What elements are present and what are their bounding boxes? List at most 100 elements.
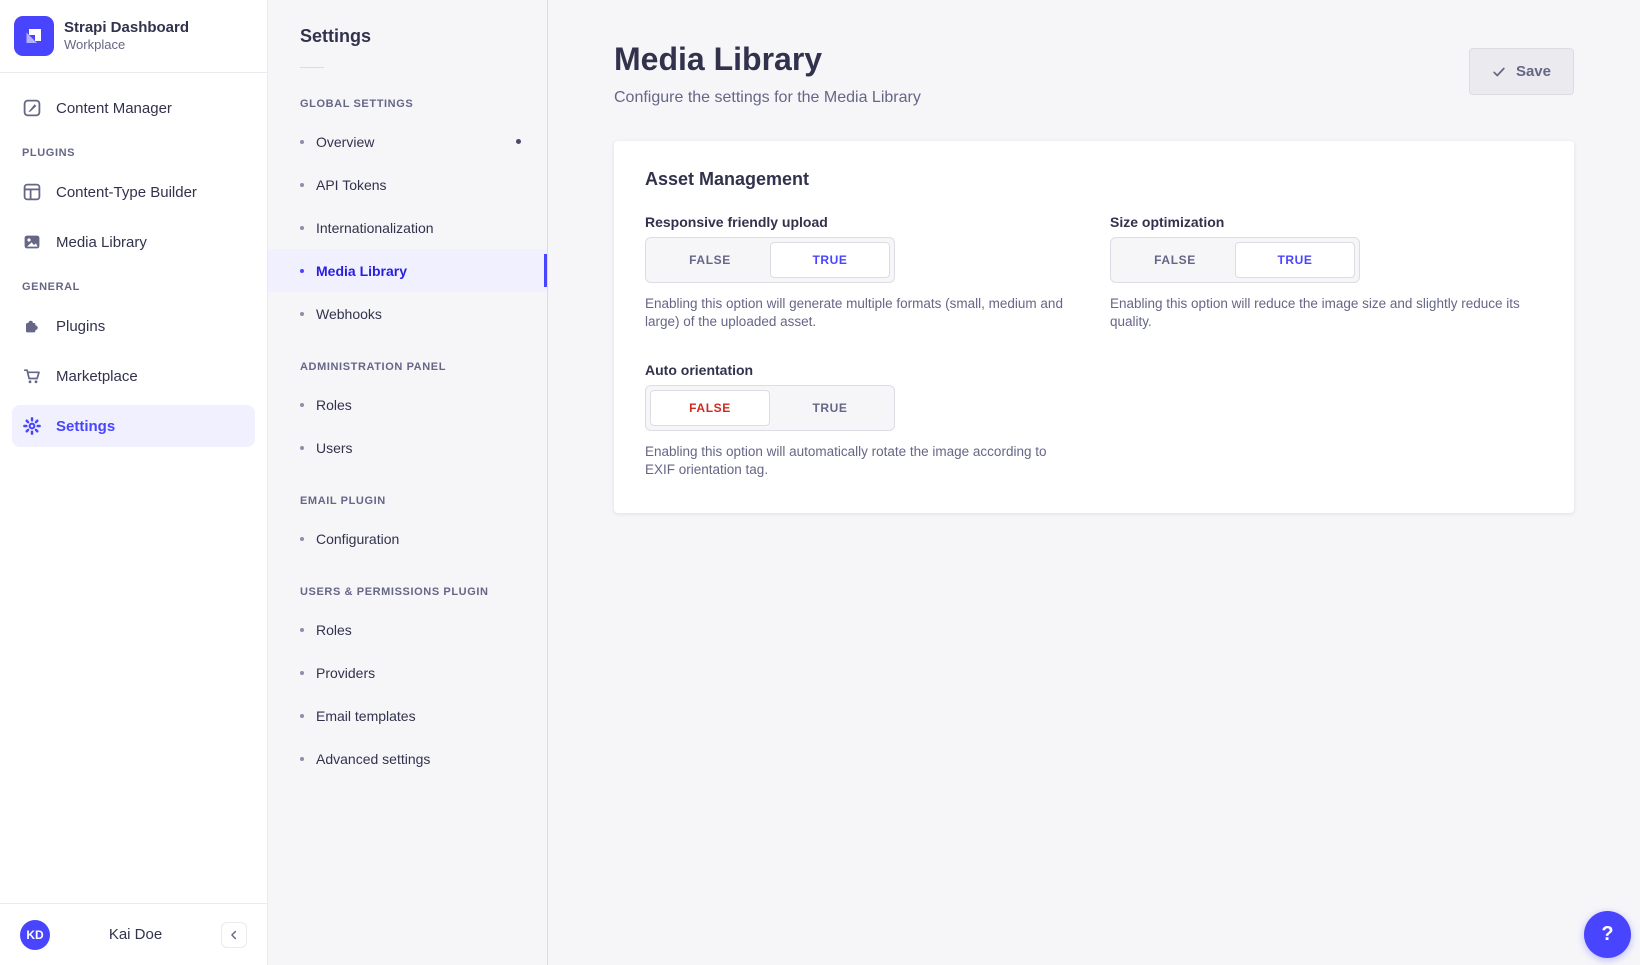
sidebar-item-content-type-builder[interactable]: Content-Type Builder [12,171,255,213]
pen-icon [22,98,42,118]
question-mark-icon: ? [1601,923,1613,946]
field-auto-orientation: Auto orientation FALSE TRUE Enabling thi… [645,362,1078,479]
sidebar-section-plugins: PLUGINS [12,147,255,159]
subnav-item-label: Providers [316,665,375,681]
toggle-option-true[interactable]: TRUE [770,242,890,278]
subnav-item-providers[interactable]: Providers [268,651,547,694]
subnav-item-label: Email templates [316,708,416,724]
subnav-item-roles-admin[interactable]: Roles [268,383,547,426]
field-label: Responsive friendly upload [645,214,1078,230]
field-label: Size optimization [1110,214,1543,230]
subnav-section-label: GLOBAL SETTINGS [300,98,547,110]
size-optimization-toggle[interactable]: FALSE TRUE [1110,237,1360,283]
responsive-upload-toggle[interactable]: FALSE TRUE [645,237,895,283]
bullet-icon [300,403,304,407]
chevron-left-icon [227,928,241,942]
toggle-option-false[interactable]: FALSE [650,390,770,426]
subnav-section-label: EMAIL PLUGIN [300,495,547,507]
subnav-item-label: Media Library [316,263,407,279]
collapse-sidebar-button[interactable] [221,922,247,948]
bullet-icon [300,628,304,632]
notification-dot-icon [516,139,521,144]
subnav-item-email-templates[interactable]: Email templates [268,694,547,737]
auto-orientation-toggle[interactable]: FALSE TRUE [645,385,895,431]
puzzle-icon [22,316,42,336]
sidebar-item-media-library[interactable]: Media Library [12,221,255,263]
subnav-title: Settings [300,26,547,47]
sidebar-section-general: GENERAL [12,281,255,293]
field-label: Auto orientation [645,362,1078,378]
toggle-option-false[interactable]: FALSE [650,242,770,278]
subnav-item-advanced-settings[interactable]: Advanced settings [268,737,547,780]
subnav-section-email-plugin: EMAIL PLUGIN Configuration [268,495,547,560]
subnav-item-webhooks[interactable]: Webhooks [268,292,547,335]
sidebar-item-marketplace[interactable]: Marketplace [12,355,255,397]
toggle-option-true[interactable]: TRUE [1235,242,1355,278]
subnav-section-label: ADMINISTRATION PANEL [300,361,547,373]
bullet-icon [300,537,304,541]
subnav-item-overview[interactable]: Overview [268,120,547,163]
bullet-icon [300,446,304,450]
content-area: Media Library Configure the settings for… [548,0,1640,965]
subnav-item-internationalization[interactable]: Internationalization [268,206,547,249]
field-grid: Responsive friendly upload FALSE TRUE En… [645,214,1543,479]
bullet-icon [300,140,304,144]
main-sidebar: Strapi Dashboard Workplace Content Manag… [0,0,268,965]
sidebar-item-label: Content Manager [56,100,172,117]
page-subtitle: Configure the settings for the Media Lib… [614,89,1574,107]
field-description: Enabling this option will reduce the ima… [1110,295,1543,331]
subnav-section-label: USERS & PERMISSIONS PLUGIN [300,586,547,598]
subnav-item-users[interactable]: Users [268,426,547,469]
bullet-icon [300,269,304,273]
bullet-icon [300,183,304,187]
picture-icon [22,232,42,252]
subnav-item-label: Internationalization [316,220,434,236]
subnav-item-label: Users [316,440,353,456]
save-button[interactable]: Save [1469,48,1574,95]
sidebar-item-settings[interactable]: Settings [12,405,255,447]
sidebar-item-label: Content-Type Builder [56,184,197,201]
subnav-item-configuration[interactable]: Configuration [268,517,547,560]
user-name: Kai Doe [50,926,221,943]
asset-management-card: Asset Management Responsive friendly upl… [614,141,1574,513]
gear-icon [22,416,42,436]
avatar[interactable]: KD [20,920,50,950]
subnav-section-global-settings: GLOBAL SETTINGS Overview API Tokens Inte… [268,98,547,335]
field-responsive-friendly-upload: Responsive friendly upload FALSE TRUE En… [645,214,1078,331]
brand-title: Strapi Dashboard [64,19,189,38]
sidebar-nav: Content Manager PLUGINS Content-Type Bui… [0,73,267,903]
strapi-logo-icon [14,16,54,56]
settings-subnav: Settings GLOBAL SETTINGS Overview API To… [268,0,548,965]
divider [300,67,324,68]
subnav-item-label: Advanced settings [316,751,430,767]
subnav-item-roles-up[interactable]: Roles [268,608,547,651]
subnav-item-label: Roles [316,622,352,638]
subnav-section-users-permissions: USERS & PERMISSIONS PLUGIN Roles Provide… [268,586,547,780]
page-title: Media Library [614,42,1574,77]
bullet-icon [300,714,304,718]
subnav-item-label: API Tokens [316,177,387,193]
sidebar-item-plugins[interactable]: Plugins [12,305,255,347]
sidebar-item-content-manager[interactable]: Content Manager [12,87,255,129]
sidebar-item-label: Marketplace [56,368,138,385]
brand[interactable]: Strapi Dashboard Workplace [0,0,267,72]
bullet-icon [300,671,304,675]
help-button[interactable]: ? [1584,911,1631,958]
cart-icon [22,366,42,386]
sidebar-item-label: Settings [56,418,115,435]
subnav-item-label: Configuration [316,531,399,547]
layout-icon [22,182,42,202]
bullet-icon [300,757,304,761]
subnav-item-label: Roles [316,397,352,413]
save-button-label: Save [1516,63,1551,80]
sidebar-item-label: Plugins [56,318,105,335]
bullet-icon [300,312,304,316]
toggle-option-true[interactable]: TRUE [770,390,890,426]
subnav-item-api-tokens[interactable]: API Tokens [268,163,547,206]
toggle-option-false[interactable]: FALSE [1115,242,1235,278]
bullet-icon [300,226,304,230]
brand-subtitle: Workplace [64,37,189,53]
check-icon [1492,65,1506,79]
field-description: Enabling this option will automatically … [645,443,1078,479]
subnav-item-media-library[interactable]: Media Library [268,249,547,292]
